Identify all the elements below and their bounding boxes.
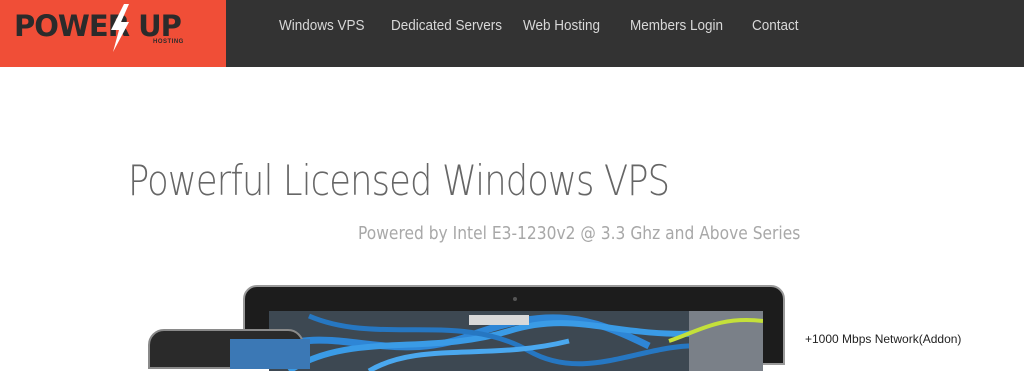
hero-subtitle: Powered by Intel E3-1230v2 @ 3.3 Ghz and…: [358, 223, 801, 244]
lightning-bolt-icon: [111, 4, 129, 52]
nav-windows-vps[interactable]: Windows VPS: [279, 17, 365, 34]
laptop-camera: [513, 297, 517, 301]
nav-dedicated-servers[interactable]: Dedicated Servers: [391, 17, 502, 34]
top-navbar: POWER UP HOSTING Windows VPS Dedicated S…: [0, 0, 1024, 67]
phone-illustration: [148, 329, 310, 369]
nav-web-hosting[interactable]: Web Hosting: [523, 17, 600, 34]
feature-network: +1000 Mbps Network(Addon): [805, 332, 962, 346]
brand-logo[interactable]: POWER UP HOSTING: [0, 0, 226, 67]
laptop-illustration: [243, 285, 785, 371]
laptop-screen-image: [269, 311, 763, 371]
phone-screen-image: [230, 339, 310, 369]
nav-members-login[interactable]: Members Login: [630, 17, 723, 34]
logo-tagline: HOSTING: [153, 39, 184, 45]
nav-contact[interactable]: Contact: [752, 17, 799, 34]
server-cables-graphic: [269, 311, 763, 371]
logo-wordmark: POWER UP: [14, 9, 182, 43]
hero-title: Powerful Licensed Windows VPS: [128, 156, 670, 205]
